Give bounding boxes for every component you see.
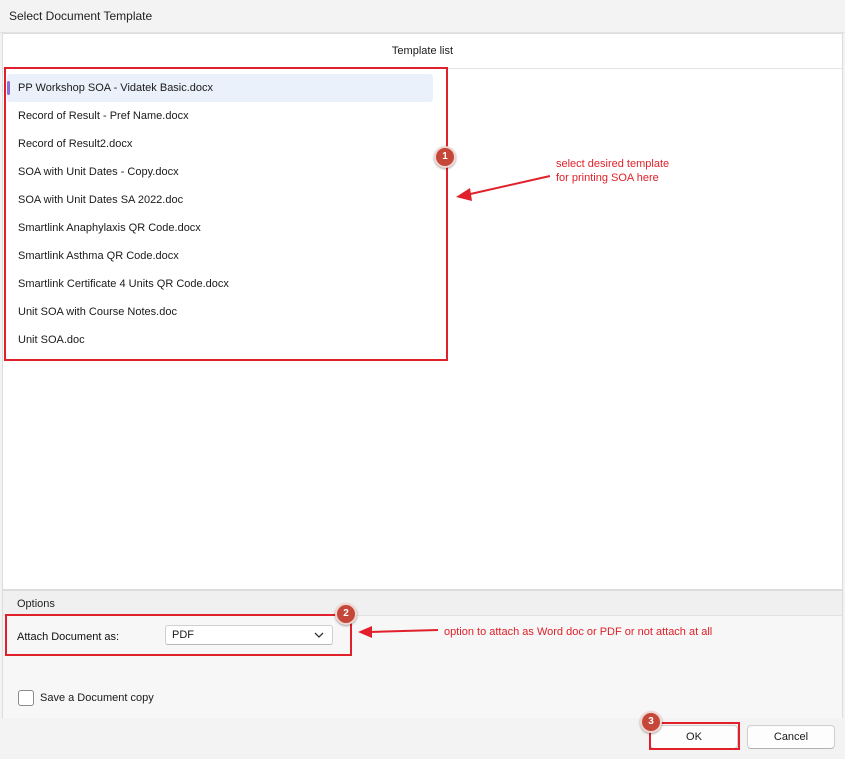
template-item[interactable]: SOA with Unit Dates SA 2022.doc: [7, 186, 433, 214]
annotation-note-1-line-2: for printing SOA here: [556, 172, 659, 184]
options-label: Options: [17, 598, 55, 610]
title-bar: Select Document Template: [0, 0, 845, 33]
save-copy-label: Save a Document copy: [40, 692, 154, 704]
chevron-down-icon: [314, 632, 324, 638]
template-item[interactable]: Record of Result - Pref Name.docx: [7, 102, 433, 130]
annotation-note-1-line-1: select desired template: [556, 158, 670, 170]
cancel-button[interactable]: Cancel: [747, 725, 835, 749]
options-body: Attach Document as: PDF Save a Document …: [3, 615, 842, 719]
template-list[interactable]: PP Workshop SOA - Vidatek Basic.docx Rec…: [7, 74, 433, 354]
template-item[interactable]: Smartlink Certificate 4 Units QR Code.do…: [7, 270, 433, 298]
template-item[interactable]: Record of Result2.docx: [7, 130, 433, 158]
attach-document-label: Attach Document as:: [17, 631, 120, 643]
annotation-note-2: option to attach as Word doc or PDF or n…: [444, 626, 713, 638]
template-list-panel: Template list PP Workshop SOA - Vidatek …: [2, 33, 843, 590]
template-item[interactable]: Unit SOA.doc: [7, 326, 433, 354]
save-copy-checkbox[interactable]: [18, 690, 34, 706]
annotation-badge-3: 3: [640, 711, 662, 733]
attach-document-select[interactable]: PDF: [165, 625, 333, 645]
template-item[interactable]: Smartlink Anaphylaxis QR Code.docx: [7, 214, 433, 242]
template-item[interactable]: PP Workshop SOA - Vidatek Basic.docx: [7, 74, 433, 102]
ok-button[interactable]: OK: [650, 725, 738, 749]
window-title: Select Document Template: [9, 9, 153, 23]
annotation-badge-1: 1: [434, 146, 456, 168]
template-list-header: Template list: [3, 34, 842, 69]
attach-document-value: PDF: [172, 629, 194, 641]
annotation-note-1: select desired template for printing SOA…: [556, 157, 669, 185]
options-group: Options Attach Document as: PDF Save a D…: [2, 590, 843, 719]
template-item[interactable]: Smartlink Asthma QR Code.docx: [7, 242, 433, 270]
template-item[interactable]: Unit SOA with Course Notes.doc: [7, 298, 433, 326]
dialog-footer: OK Cancel: [0, 718, 845, 759]
annotation-badge-2: 2: [335, 603, 357, 625]
template-item[interactable]: SOA with Unit Dates - Copy.docx: [7, 158, 433, 186]
